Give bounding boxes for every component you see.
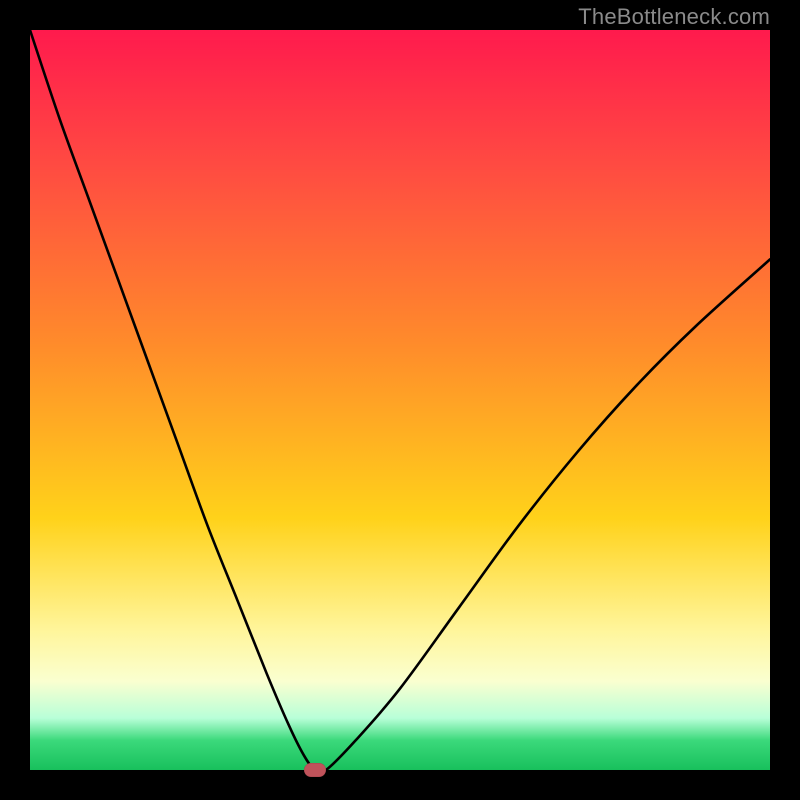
optimum-marker: [304, 763, 326, 777]
chart-frame: TheBottleneck.com: [0, 0, 800, 800]
plot-area: [30, 30, 770, 770]
curve-svg: [30, 30, 770, 770]
bottleneck-curve: [30, 30, 770, 773]
watermark-text: TheBottleneck.com: [578, 4, 770, 30]
